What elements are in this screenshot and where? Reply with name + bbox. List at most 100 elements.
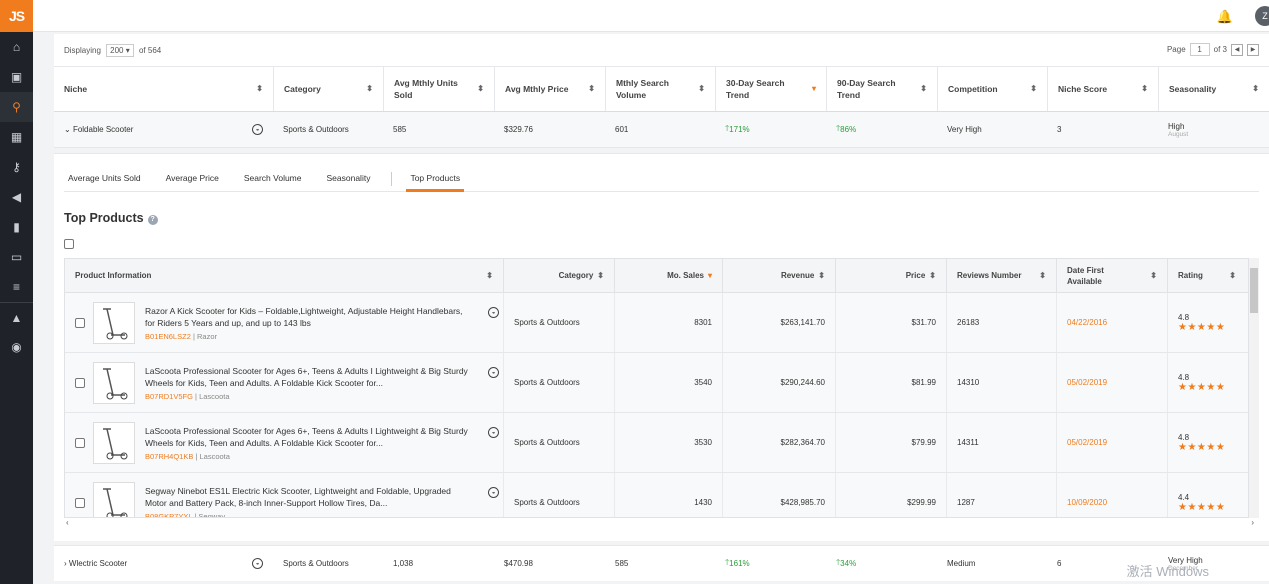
col-product-information[interactable]: Product Information ⬍ — [65, 259, 503, 292]
niche-row[interactable]: ⌄ Foldable Scooter ◒ Sports & Outdoors 5… — [54, 112, 1269, 148]
row-checkbox[interactable] — [75, 437, 85, 448]
niche-row[interactable]: › Wlectric Scooter ◒ Sports & Outdoors 1… — [54, 545, 1269, 581]
product-detail-icon[interactable]: ◒ — [488, 307, 499, 318]
col-mo-sales[interactable]: Mo. Sales ▾ — [614, 259, 722, 292]
table-row[interactable]: LaScoota Professional Scooter for Ages 6… — [65, 353, 1255, 413]
chevron-down-icon[interactable]: ⌄ — [64, 125, 73, 134]
product-sales: 8301 — [614, 293, 722, 352]
globe-icon[interactable]: ◉ — [0, 332, 33, 362]
product-asin[interactable]: B01EN6LSZ2 — [145, 332, 191, 341]
table-row[interactable]: Segway Ninebot ES1L Electric Kick Scoote… — [65, 473, 1255, 517]
product-thumbnail[interactable] — [93, 421, 135, 464]
next-page-button[interactable]: ▶ — [1247, 43, 1259, 56]
tab-top-products[interactable]: Top Products — [406, 167, 465, 192]
tab-average-price[interactable]: Average Price — [162, 167, 231, 192]
app-logo[interactable]: JS — [0, 0, 33, 32]
top-products-table: Product Information ⬍ Category ⬍ Mo. Sales… — [64, 258, 1256, 518]
product-detail-icon[interactable]: ◒ — [252, 124, 263, 135]
top-products-rows: Razor A Kick Scooter for Kids – Foldable… — [65, 293, 1255, 517]
tab-seasonality[interactable]: Seasonality — [323, 167, 383, 192]
help-icon[interactable]: ? — [147, 214, 158, 225]
product-reviews: 26183 — [946, 293, 1056, 352]
col-30-day-trend[interactable]: 30-Day Search Trend ▾ — [715, 67, 826, 111]
product-rating: 4.8 ★★★★★ — [1167, 293, 1246, 352]
col-rating[interactable]: Rating ⬍ — [1167, 259, 1246, 292]
product-category: Sports & Outdoors — [503, 353, 614, 412]
niche-trend30: 🡑 161% — [715, 557, 826, 571]
niche-price: $470.98 — [504, 559, 533, 568]
product-thumbnail[interactable] — [93, 301, 135, 344]
col-revenue[interactable]: Revenue ⬍ — [722, 259, 835, 292]
bell-icon[interactable]: 🔔 — [1217, 9, 1233, 25]
product-detail-icon[interactable]: ◒ — [488, 367, 499, 378]
academy-icon[interactable]: ≡ — [0, 272, 33, 302]
product-reviews: 14310 — [946, 353, 1056, 412]
product-thumbnail[interactable] — [93, 481, 135, 517]
niche-units: 585 — [393, 125, 407, 134]
row-checkbox[interactable] — [75, 497, 85, 508]
table-row[interactable]: LaScoota Professional Scooter for Ages 6… — [65, 413, 1255, 473]
tab-search-volume[interactable]: Search Volume — [240, 167, 314, 192]
avatar[interactable]: Z — [1255, 6, 1269, 26]
niche-name[interactable]: › Wlectric Scooter — [64, 559, 127, 568]
per-page-select[interactable]: 200 ▾ — [106, 44, 134, 57]
rating-value: 4.8 — [1178, 432, 1190, 442]
col-reviews-number[interactable]: Reviews Number ⬍ — [946, 259, 1056, 292]
product-price: $299.99 — [835, 473, 946, 517]
chart-icon[interactable]: ▮ — [0, 212, 33, 242]
product-revenue: $282,364.70 — [722, 413, 835, 472]
product-detail-icon[interactable]: ◒ — [488, 427, 499, 438]
ad-icon[interactable]: ▭ — [0, 242, 33, 272]
niche-table-header: Niche ⬍ Category ⬍ Avg Mthly Units Sold ⬍ A… — [54, 67, 1269, 112]
page-input[interactable]: 1 — [1189, 43, 1210, 56]
product-title[interactable]: Segway Ninebot ES1L Electric Kick Scoote… — [145, 485, 471, 509]
col-niche[interactable]: Niche ⬍ — [54, 67, 273, 111]
product-title[interactable]: Razor A Kick Scooter for Kids – Foldable… — [145, 305, 471, 329]
graduation-icon[interactable]: ▲ — [0, 302, 33, 332]
windows-watermark: 激活 Windows — [1126, 564, 1209, 579]
col-niche-score[interactable]: Niche Score ⬍ — [1047, 67, 1158, 111]
col-seasonality[interactable]: Seasonality ⬍ — [1158, 67, 1269, 111]
col-category[interactable]: Category ⬍ — [503, 259, 614, 292]
col-search-volume[interactable]: Mthly Search Volume ⬍ — [605, 67, 715, 111]
product-detail-icon[interactable]: ◒ — [488, 487, 499, 498]
bag-icon[interactable]: ▣ — [0, 62, 33, 92]
product-revenue: $263,141.70 — [722, 293, 835, 352]
home-icon[interactable]: ⌂ — [0, 32, 33, 62]
product-asin[interactable]: B07RH4Q1KB — [145, 452, 193, 461]
top-products-header: Product Information ⬍ Category ⬍ Mo. Sales… — [65, 259, 1255, 293]
col-date-first-available[interactable]: Date First Available ⬍ — [1056, 259, 1167, 292]
row-checkbox[interactable] — [75, 317, 85, 328]
product-asin[interactable]: B07RD1V5FG — [145, 392, 193, 401]
col-competition[interactable]: Competition ⬍ — [937, 67, 1047, 111]
niche-panel: Displaying 200 ▾ of 564 Page 1 of 3 ◀ ▶ … — [54, 34, 1269, 148]
product-detail-icon[interactable]: ◒ — [252, 558, 263, 569]
col-price[interactable]: Price ⬍ — [835, 259, 946, 292]
prev-page-button[interactable]: ◀ — [1231, 43, 1243, 56]
scroll-right-icon[interactable]: › — [1251, 518, 1254, 527]
niche-category: Sports & Outdoors — [283, 559, 349, 568]
table-row[interactable]: Razor A Kick Scooter for Kids – Foldable… — [65, 293, 1255, 353]
vertical-scrollbar[interactable] — [1248, 258, 1259, 518]
select-all-checkbox[interactable] — [64, 239, 74, 249]
scroll-thumb[interactable] — [1250, 268, 1258, 313]
tab-average-units-sold[interactable]: Average Units Sold — [64, 167, 153, 192]
product-thumbnail[interactable] — [93, 361, 135, 404]
col-90-day-trend[interactable]: 90-Day Search Trend ⬍ — [826, 67, 937, 111]
grid-icon[interactable]: ▦ — [0, 122, 33, 152]
niche-name[interactable]: ⌄ Foldable Scooter — [64, 125, 133, 134]
col-units[interactable]: Avg Mthly Units Sold ⬍ — [383, 67, 494, 111]
col-price[interactable]: Avg Mthly Price ⬍ — [494, 67, 605, 111]
product-title[interactable]: LaScoota Professional Scooter for Ages 6… — [145, 425, 471, 449]
col-category[interactable]: Category ⬍ — [273, 67, 383, 111]
megaphone-icon[interactable]: ◀ — [0, 182, 33, 212]
sidebar: JS ⌂ ▣ ⚲ ▦ ⚷ ◀ ▮ ▭ ≡ ▲ ◉ — [0, 0, 33, 584]
scroll-left-icon[interactable]: ‹ — [66, 518, 69, 527]
search-icon[interactable]: ⚲ — [0, 92, 33, 122]
key-icon[interactable]: ⚷ — [0, 152, 33, 182]
product-reviews: 14311 — [946, 413, 1056, 472]
product-title[interactable]: LaScoota Professional Scooter for Ages 6… — [145, 365, 471, 389]
horizontal-scrollbar[interactable]: ‹ › — [64, 518, 1256, 528]
product-category: Sports & Outdoors — [503, 473, 614, 517]
row-checkbox[interactable] — [75, 377, 85, 388]
